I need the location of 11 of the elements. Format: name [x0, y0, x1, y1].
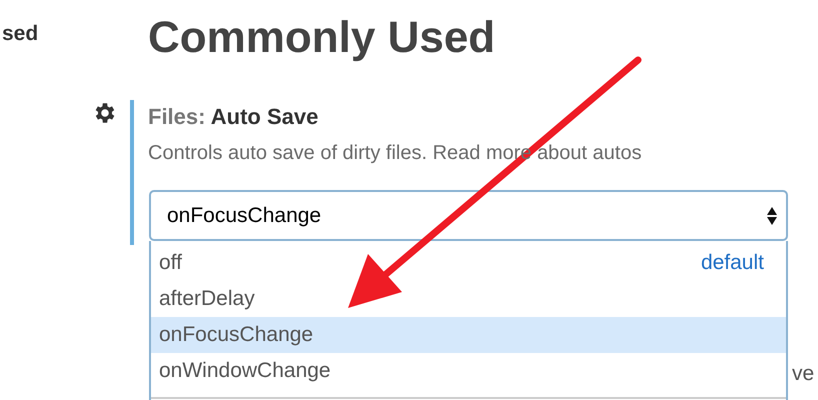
setting-title: Files: Auto Save	[148, 104, 318, 129]
dropdown-option[interactable]: afterDelay	[151, 281, 786, 317]
sidebar-item[interactable]: sed	[2, 22, 38, 45]
partial-text: ve	[792, 361, 814, 387]
section-title: Commonly Used	[148, 13, 496, 62]
dropdown-option[interactable]: onFocusChange	[151, 317, 786, 353]
default-label: default	[700, 250, 764, 276]
dropdown-option[interactable]: onWindowChange	[151, 353, 786, 389]
select-field[interactable]: onFocusChange	[149, 190, 788, 241]
dropdown-option[interactable]: off default	[151, 245, 786, 281]
updown-caret-icon	[766, 206, 778, 226]
